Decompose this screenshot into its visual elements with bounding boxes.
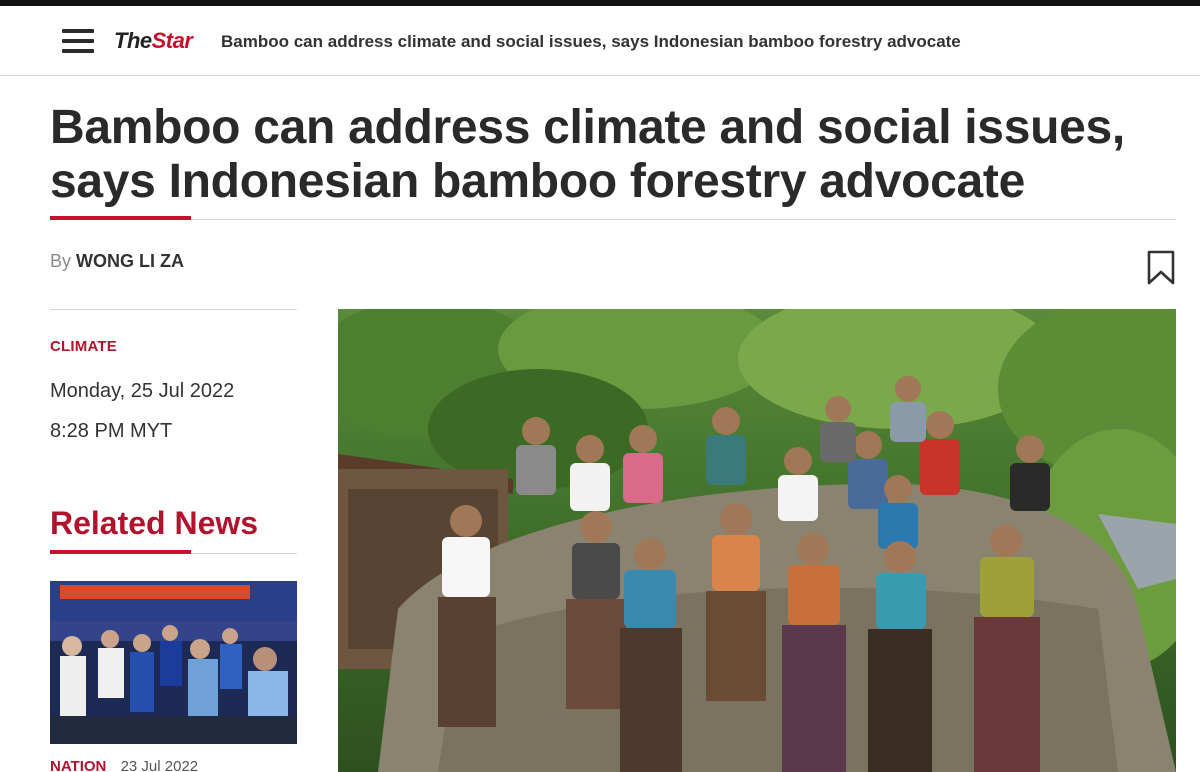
publish-time: 8:28 PM MYT [50, 420, 173, 442]
site-header: TheStar Bamboo can address climate and s… [0, 6, 1200, 76]
publish-date: Monday, 25 Jul 2022 [50, 380, 235, 402]
author-name[interactable]: WONG LI ZA [76, 251, 184, 271]
related-accent-bar [50, 550, 191, 554]
byline: By WONG LI ZA [50, 250, 184, 272]
related-news-thumbnail[interactable] [50, 581, 297, 744]
header-article-title: Bamboo can address climate and social is… [221, 32, 961, 51]
headline-accent-bar [50, 216, 191, 220]
site-logo[interactable]: TheStar [114, 27, 193, 55]
bookmark-icon[interactable] [1146, 250, 1176, 286]
related-item-date: 23 Jul 2022 [120, 758, 199, 772]
related-item-meta: NATION 23 Jul 2022 [50, 758, 198, 772]
category-link[interactable]: CLIMATE [50, 338, 117, 356]
article-headline: Bamboo can address climate and social is… [50, 101, 1170, 209]
menu-icon[interactable] [62, 27, 94, 55]
headline-line-1: Bamboo can address climate and social is… [50, 101, 1125, 154]
article-hero-image [338, 309, 1176, 772]
byline-prefix: By [50, 251, 72, 271]
headline-line-2: says Indonesian bamboo forestry advocate [50, 155, 1025, 208]
related-item-tag[interactable]: NATION [50, 758, 106, 772]
logo-the: The [114, 28, 152, 53]
related-news-heading: Related News [50, 505, 259, 541]
logo-star: Star [151, 28, 193, 53]
sidebar-divider [50, 309, 297, 310]
headline-divider [50, 219, 1176, 220]
